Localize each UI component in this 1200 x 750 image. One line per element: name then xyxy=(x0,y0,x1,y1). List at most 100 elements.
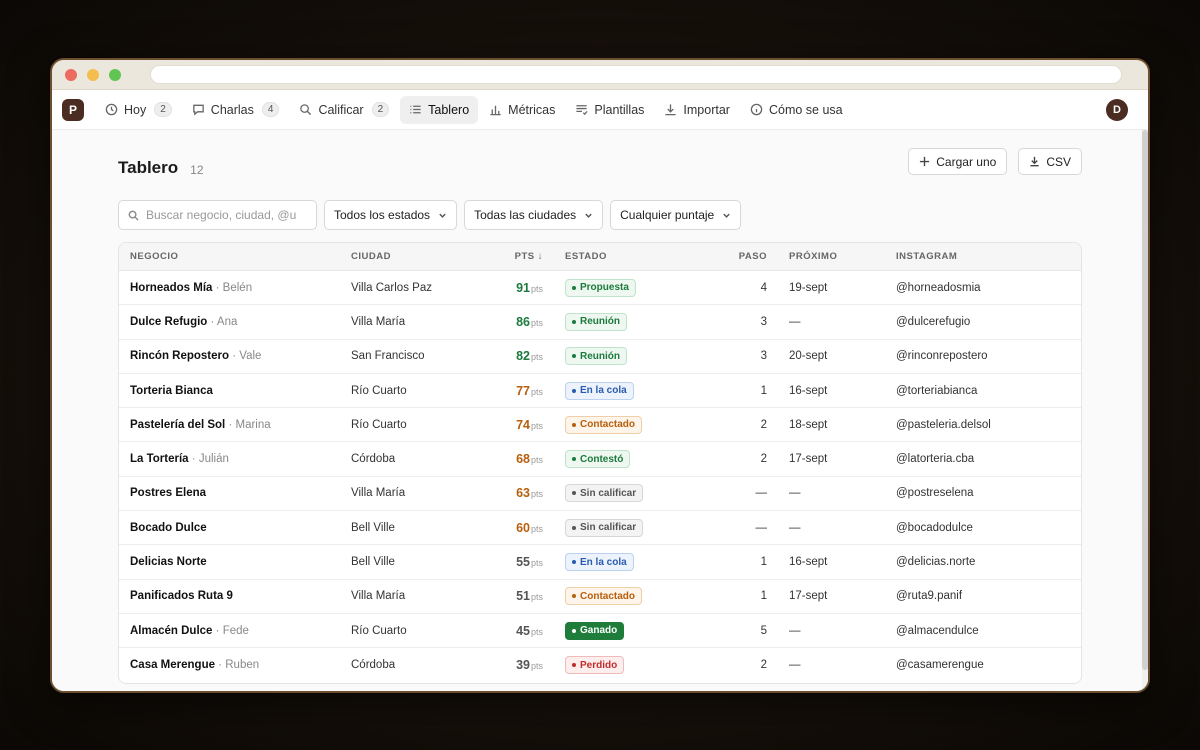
nav-tab-tablero[interactable]: Tablero xyxy=(400,95,479,124)
app-logo[interactable]: P xyxy=(62,98,84,121)
header-instagram[interactable]: INSTAGRAM xyxy=(896,251,1081,262)
header-negocio[interactable]: NEGOCIO xyxy=(119,251,351,262)
cell-instagram[interactable]: @ruta9.panif xyxy=(896,590,1081,602)
cell-instagram[interactable]: @dulcerefugio xyxy=(896,316,1081,328)
cell-pts: 39pts xyxy=(485,658,565,672)
nav-tab-calificar[interactable]: Calificar 2 xyxy=(290,96,398,124)
nav-tab-importar[interactable]: Importar xyxy=(655,96,739,124)
status-badge[interactable]: Contestó xyxy=(565,450,631,469)
status-badge[interactable]: Perdido xyxy=(565,656,625,675)
cell-instagram[interactable]: @pasteleria.delsol xyxy=(896,419,1081,431)
nav-tab-count: 2 xyxy=(154,102,172,117)
table-row[interactable]: Pastelería del Sol · Marina Río Cuarto 74p… xyxy=(119,408,1081,443)
nav-tab-plantillas[interactable]: Plantillas xyxy=(566,96,653,124)
table-row[interactable]: La Tortería · Julián Córdoba 68pts Contestó… xyxy=(119,442,1081,477)
status-badge[interactable]: Reunión xyxy=(565,347,627,366)
upload-one-button[interactable]: Cargar uno xyxy=(908,148,1008,175)
nav-tab-cómo-se-usa[interactable]: Cómo se usa xyxy=(741,96,852,124)
nav-tab-charlas[interactable]: Charlas 4 xyxy=(183,96,289,124)
cell-instagram[interactable]: @bocadodulce xyxy=(896,522,1081,534)
header-proximo[interactable]: PRÓXIMO xyxy=(789,251,896,262)
business-name[interactable]: Dulce Refugio xyxy=(130,316,207,328)
status-badge[interactable]: Sin calificar xyxy=(565,484,644,503)
pts-value: 68 xyxy=(516,452,530,467)
cell-instagram[interactable]: @delicias.norte xyxy=(896,556,1081,568)
business-name[interactable]: Casa Merengue xyxy=(130,659,215,671)
business-name[interactable]: Panificados Ruta 9 xyxy=(130,590,233,602)
cell-city: Villa María xyxy=(351,590,406,603)
cell-instagram[interactable]: @almacendulce xyxy=(896,625,1081,637)
bar-chart-icon xyxy=(490,105,501,116)
pts-value: 74 xyxy=(516,417,530,432)
business-name[interactable]: Horneados Mía xyxy=(130,282,212,294)
table-row[interactable]: Almacén Dulce · Fede Río Cuarto 45pts Ganad… xyxy=(119,614,1081,649)
nav-tab-count: 4 xyxy=(261,102,280,117)
table-row[interactable]: Delicias Norte Bell Ville 55pts En la cola 1… xyxy=(119,545,1081,580)
status-badge[interactable]: Sin calificar xyxy=(565,518,644,537)
scrollbar-thumb[interactable] xyxy=(1142,130,1148,670)
cell-instagram[interactable]: @horneadosmia xyxy=(896,282,1081,294)
business-name[interactable]: Almacén Dulce xyxy=(130,625,212,637)
business-name[interactable]: Pastelería del Sol xyxy=(130,419,225,431)
cell-status: En la cola xyxy=(565,381,679,400)
city-filter-select[interactable]: Todas las ciudades xyxy=(464,200,604,230)
cell-instagram[interactable]: @torteriabianca xyxy=(896,385,1081,397)
browser-window: P Hoy 2 Charlas 4 Calificar 2 Tablero Métricas P… xyxy=(50,58,1150,693)
cell-status: Reunión xyxy=(565,312,679,331)
contact-sep: · xyxy=(207,315,217,328)
chevron-down-icon xyxy=(723,213,730,218)
status-badge[interactable]: Ganado xyxy=(565,621,625,640)
table-row[interactable]: Dulce Refugio · Ana Villa María 86pts Reuni… xyxy=(119,305,1081,340)
table-row[interactable]: Horneados Mía · Belén Villa Carlos Paz 91p… xyxy=(119,271,1081,306)
cell-step: 2 xyxy=(760,418,767,431)
header-estado[interactable]: ESTADO xyxy=(565,251,679,262)
address-bar[interactable] xyxy=(150,65,1122,84)
business-name[interactable]: Postres Elena xyxy=(130,487,206,499)
status-badge[interactable]: En la cola xyxy=(565,553,634,572)
nav-tab-label: Cómo se usa xyxy=(768,102,843,117)
table-row[interactable]: Rincón Repostero · Vale San Francisco 82pt… xyxy=(119,340,1081,374)
nav-tab-métricas[interactable]: Métricas xyxy=(480,96,564,124)
business-name[interactable]: Bocado Dulce xyxy=(130,522,207,534)
cell-instagram[interactable]: @rinconrepostero xyxy=(896,350,1081,362)
cell-negocio: Casa Merengue · Ruben xyxy=(119,659,351,671)
close-window-button[interactable] xyxy=(65,69,77,81)
status-badge[interactable]: En la cola xyxy=(565,381,634,400)
nav-items: Hoy 2 Charlas 4 Calificar 2 Tablero Métricas Pla… xyxy=(96,95,854,124)
cell-instagram[interactable]: @latorteria.cba xyxy=(896,453,1081,465)
scrollbar[interactable] xyxy=(1142,130,1148,691)
cell-step: 1 xyxy=(760,384,767,397)
header-paso[interactable]: PASO xyxy=(679,251,789,262)
user-avatar[interactable]: D xyxy=(1106,99,1128,121)
table-row[interactable]: Casa Merengue · Ruben Córdoba 39pts Perdido… xyxy=(119,648,1081,682)
pts-value: 63 xyxy=(516,486,530,501)
business-name[interactable]: Delicias Norte xyxy=(130,556,207,568)
table-row[interactable]: Panificados Ruta 9 Villa María 51pts Contac… xyxy=(119,580,1081,614)
lines-icon xyxy=(576,105,588,116)
search-input[interactable] xyxy=(146,208,296,222)
status-badge[interactable]: Reunión xyxy=(565,312,627,331)
maximize-window-button[interactable] xyxy=(109,69,121,81)
header-ciudad[interactable]: CIUDAD xyxy=(351,251,485,262)
download-icon xyxy=(1030,156,1039,167)
search-box[interactable] xyxy=(118,200,317,230)
status-badge[interactable]: Contactado xyxy=(565,587,642,606)
score-filter-select[interactable]: Cualquier puntaje xyxy=(610,200,742,230)
nav-tab-hoy[interactable]: Hoy 2 xyxy=(96,96,181,124)
cell-instagram[interactable]: @postreselena xyxy=(896,487,1081,499)
business-name[interactable]: Torteria Bianca xyxy=(130,385,213,397)
table-row[interactable]: Bocado Dulce Bell Ville 60pts Sin calificar… xyxy=(119,511,1081,546)
cell-next: 16-sept xyxy=(789,556,828,569)
cell-instagram[interactable]: @casamerengue xyxy=(896,659,1081,671)
table-row[interactable]: Postres Elena Villa María 63pts Sin calific… xyxy=(119,477,1081,512)
business-name[interactable]: Rincón Repostero xyxy=(130,350,229,362)
business-name[interactable]: La Tortería xyxy=(130,453,189,465)
status-badge[interactable]: Contactado xyxy=(565,415,642,434)
header-pts[interactable]: PTS ↓ xyxy=(485,251,565,262)
pts-unit: pts xyxy=(530,317,543,328)
minimize-window-button[interactable] xyxy=(87,69,99,81)
status-badge[interactable]: Propuesta xyxy=(565,278,636,297)
csv-export-button[interactable]: CSV xyxy=(1018,148,1082,175)
status-filter-select[interactable]: Todos los estados xyxy=(324,200,458,230)
table-row[interactable]: Torteria Bianca Río Cuarto 77pts En la cola… xyxy=(119,374,1081,409)
